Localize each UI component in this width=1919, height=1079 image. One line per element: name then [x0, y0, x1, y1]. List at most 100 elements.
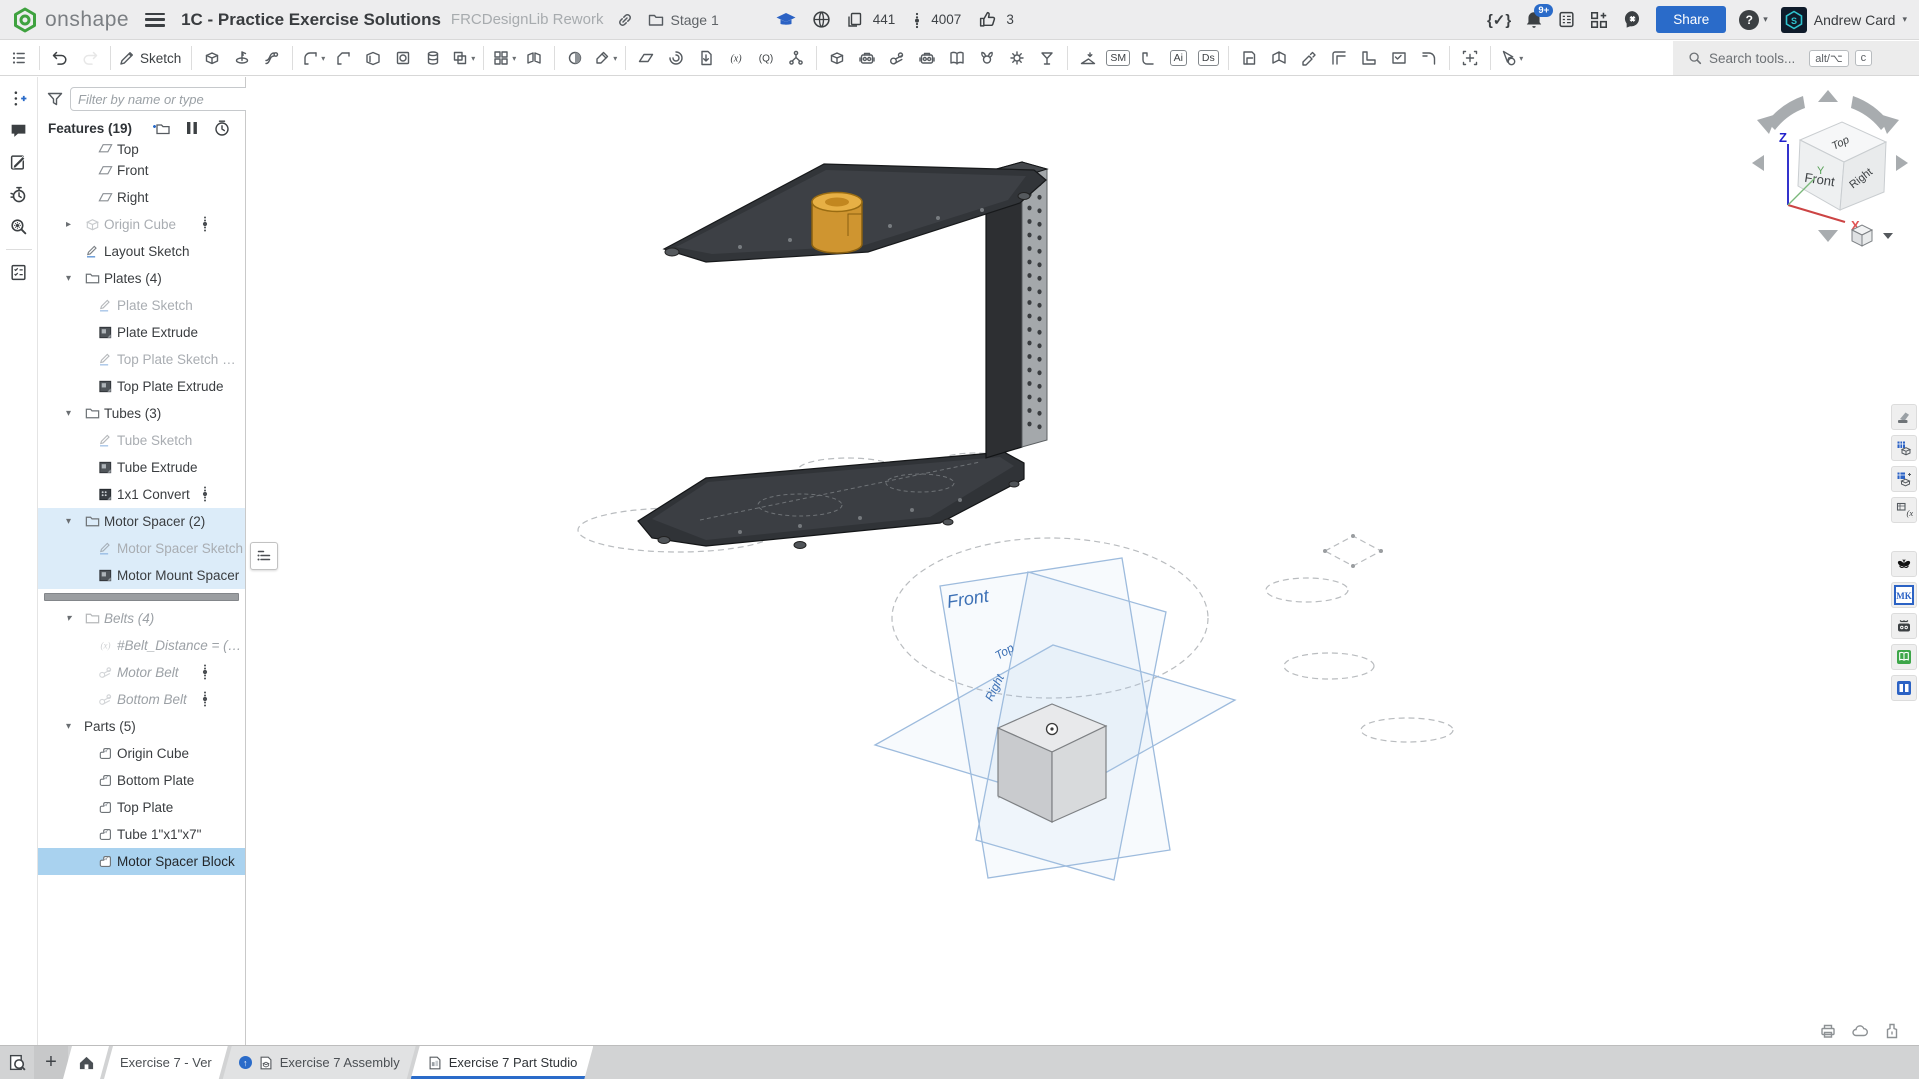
isometric-view-button[interactable]	[1852, 225, 1893, 246]
folder-icon[interactable]	[647, 11, 665, 29]
ds-badge-icon[interactable]: Ds	[1193, 44, 1223, 72]
undo-tool-icon[interactable]	[45, 44, 75, 72]
feature-row[interactable]: Plate Sketch	[38, 292, 245, 319]
feature-row[interactable]: ▾Tubes (3)	[38, 400, 245, 427]
comment-add-icon[interactable]	[9, 89, 28, 108]
feature-row[interactable]: Front	[38, 157, 245, 184]
globe-icon[interactable]	[812, 10, 831, 29]
feature-context-button[interactable]	[250, 542, 278, 570]
origin-cube-part[interactable]	[998, 704, 1106, 822]
ramp-tool-icon[interactable]	[1073, 44, 1103, 72]
comment-icon[interactable]	[9, 121, 28, 140]
help-menu[interactable]: ? ▾	[1739, 10, 1768, 30]
education-cap-icon[interactable]	[775, 11, 797, 29]
feature-row[interactable]: Right	[38, 184, 245, 211]
tab-partstudio[interactable]: Exercise 7 Part Studio	[411, 1046, 594, 1079]
tree-caret-icon[interactable]: ▾	[66, 516, 84, 527]
belt-tool-icon[interactable]	[882, 44, 912, 72]
rollback-bar[interactable]	[38, 589, 245, 605]
cloud-icon[interactable]	[1851, 1022, 1869, 1040]
fillet-tool-icon[interactable]: ▾	[298, 44, 328, 72]
split-tool-icon[interactable]	[560, 44, 590, 72]
mill-icon[interactable]	[1883, 1022, 1901, 1040]
pattern-tool-icon[interactable]: ▾	[489, 44, 519, 72]
feature-row[interactable]: Tube Sketch	[38, 427, 245, 454]
variable-tool-icon[interactable]: (x)	[721, 44, 751, 72]
shell-tool-icon[interactable]	[358, 44, 388, 72]
target-tool-icon[interactable]	[1455, 44, 1485, 72]
copies-icon[interactable]	[846, 11, 864, 29]
feature-row[interactable]: 1x1 Convert	[38, 481, 245, 508]
feature-row[interactable]: Top	[38, 141, 245, 157]
graphics-area[interactable]: Front Top Right	[246, 77, 1919, 1046]
tab-version[interactable]: Exercise 7 - Ver	[104, 1046, 228, 1079]
revolve-tool-icon[interactable]	[227, 44, 257, 72]
feature-row[interactable]: Bottom Belt	[38, 686, 245, 713]
feature-row[interactable]: ▸Origin Cube	[38, 211, 245, 238]
sweep-tool-icon[interactable]	[257, 44, 287, 72]
search-gear-icon[interactable]	[9, 217, 28, 236]
feature-row[interactable]: Top Plate Extrude	[38, 373, 245, 400]
feature-status-dots-icon[interactable]	[196, 690, 214, 708]
book-tool-icon[interactable]	[942, 44, 972, 72]
rollback-history-icon[interactable]	[213, 119, 231, 137]
gusset-tool-icon[interactable]	[1354, 44, 1384, 72]
feature-row[interactable]: Top Plate Sketch w/ M...	[38, 346, 245, 373]
configurations-panel-icon[interactable]	[1891, 466, 1917, 492]
robot-tool-icon[interactable]	[912, 44, 942, 72]
transform-tool-icon[interactable]	[972, 44, 1002, 72]
code-check-icon[interactable]: {✓}	[1487, 11, 1511, 29]
feature-row[interactable]: Motor Spacer Block	[38, 848, 245, 875]
search-tools[interactable]: Search tools... alt/⌥ c	[1673, 41, 1919, 75]
motor-spacer-highlight[interactable]	[812, 193, 862, 254]
feature-row[interactable]: Tube 1"x1"x7"	[38, 821, 245, 848]
thumbs-up-icon[interactable]	[978, 10, 997, 29]
view-cube-body[interactable]: Top Front Right	[1798, 122, 1886, 210]
stopwatch-icon[interactable]	[9, 185, 28, 204]
cube-tool-icon[interactable]	[822, 44, 852, 72]
smcorner-tool-icon[interactable]	[1264, 44, 1294, 72]
feature-row[interactable]: (x)#Belt_Distance = (7/1...	[38, 632, 245, 659]
feature-row[interactable]: ▾Plates (4)	[38, 265, 245, 292]
chamfer-tool-icon[interactable]	[328, 44, 358, 72]
model-canvas[interactable]: Front Top Right	[246, 77, 1919, 1046]
feedback-icon[interactable]	[1622, 9, 1643, 30]
feature-row[interactable]: Plate Extrude	[38, 319, 245, 346]
add-tab-button[interactable]: +	[34, 1046, 68, 1079]
note-icon[interactable]	[9, 153, 28, 172]
feature-row[interactable]: Top Plate	[38, 794, 245, 821]
helix-tool-icon[interactable]	[661, 44, 691, 72]
printer-icon[interactable]	[1819, 1022, 1837, 1040]
checklist-icon[interactable]	[9, 263, 28, 282]
feature-row[interactable]: Layout Sketch	[38, 238, 245, 265]
onshape-logo[interactable]: onshape	[12, 7, 129, 33]
filter-icon[interactable]	[46, 90, 64, 108]
gear-tool-icon[interactable]	[1002, 44, 1032, 72]
appearance-panel-icon[interactable]	[1891, 404, 1917, 430]
feature-status-dots-icon[interactable]	[196, 663, 214, 681]
filter-input[interactable]	[70, 87, 262, 111]
extrude-tool-icon[interactable]	[197, 44, 227, 72]
feature-row[interactable]: Motor Belt	[38, 659, 245, 686]
tab-search-icon[interactable]	[0, 1046, 34, 1079]
suspend-icon[interactable]	[185, 120, 199, 136]
hole-tool-icon[interactable]	[388, 44, 418, 72]
sm-badge-icon[interactable]: SM	[1103, 44, 1133, 72]
feature-row[interactable]: Motor Mount Spacer	[38, 562, 245, 589]
robot-tool-icon[interactable]	[852, 44, 882, 72]
modify-tool-icon[interactable]: ▾	[590, 44, 620, 72]
home-tab[interactable]	[63, 1046, 109, 1079]
app-butterfly-icon[interactable]	[1891, 551, 1917, 577]
feature-status-dots-icon[interactable]	[196, 485, 214, 503]
smbrush-tool-icon[interactable]	[1294, 44, 1324, 72]
feature-row[interactable]: Motor Spacer Sketch	[38, 535, 245, 562]
new-folder-icon[interactable]	[152, 120, 171, 137]
variables-table-icon[interactable]: (x)	[1891, 497, 1917, 523]
mirror-tool-icon[interactable]	[519, 44, 549, 72]
view-cube[interactable]: Top Front Right Z X Y	[1745, 82, 1919, 252]
rib-tool-icon[interactable]	[418, 44, 448, 72]
feature-status-dots-icon[interactable]	[196, 215, 214, 233]
feature-row[interactable]: ▾Parts (5)	[38, 713, 245, 740]
release-tasks-icon[interactable]	[1557, 10, 1576, 29]
tree-caret-icon[interactable]: ▾	[66, 613, 84, 624]
